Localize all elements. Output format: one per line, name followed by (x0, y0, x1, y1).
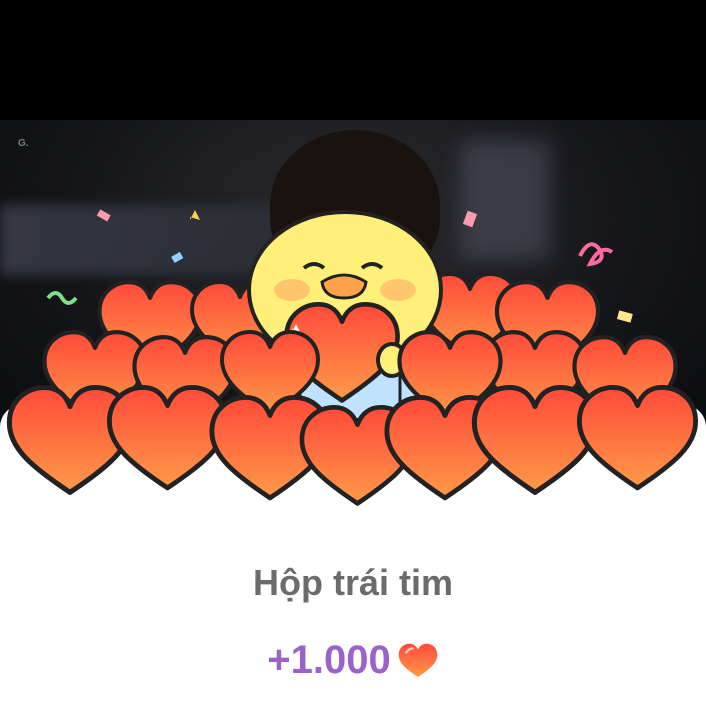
video-corner-mark: G. (18, 138, 29, 149)
heart-icon (398, 643, 438, 677)
heart-box-illustration (0, 209, 706, 530)
reward-title: Hộp trái tim (252, 562, 453, 603)
top-black-bar (0, 0, 706, 120)
reward-amount-row: +1.000 (0, 638, 706, 683)
reward-amount: +1.000 (267, 638, 391, 682)
